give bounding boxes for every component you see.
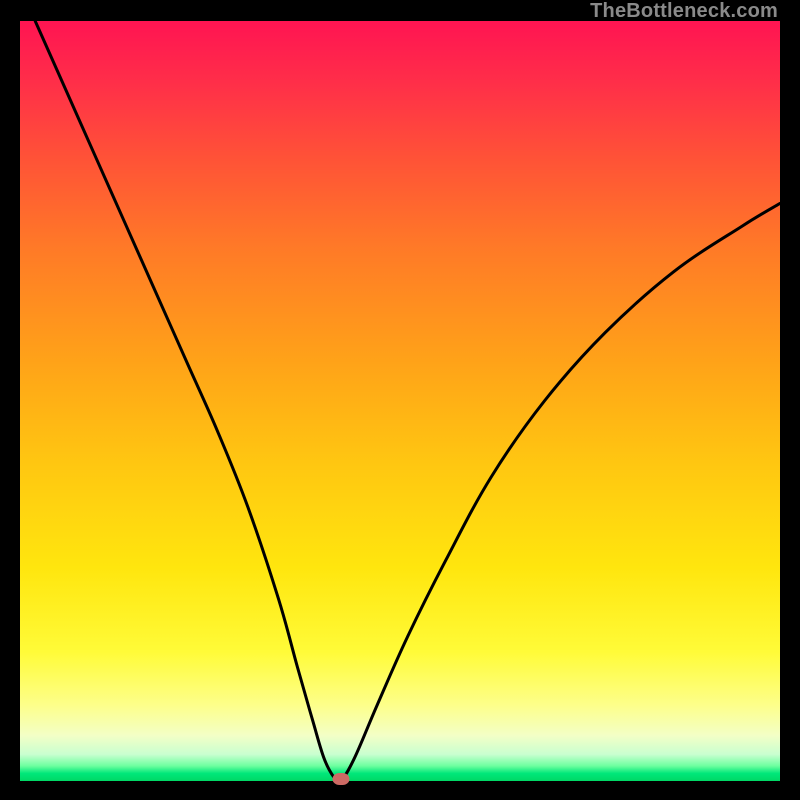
bottleneck-curve xyxy=(20,21,780,781)
watermark-text: TheBottleneck.com xyxy=(590,0,778,23)
plot-area xyxy=(20,21,780,781)
chart-frame: TheBottleneck.com xyxy=(0,0,800,800)
minimum-marker xyxy=(332,773,349,785)
